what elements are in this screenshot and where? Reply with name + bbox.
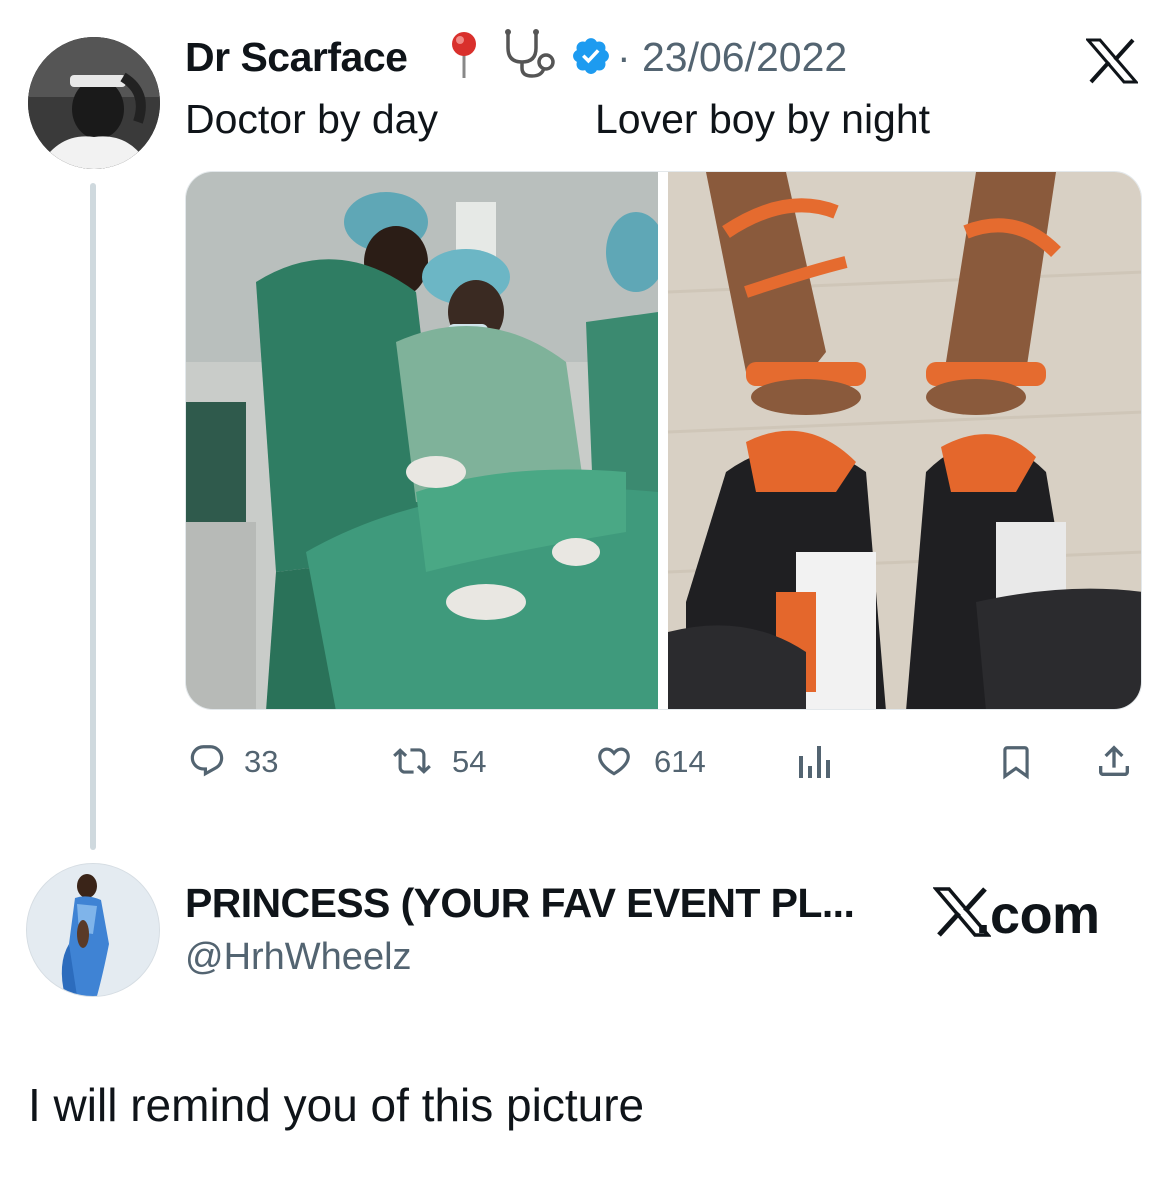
x-logo-icon	[1084, 38, 1140, 84]
views-chart-icon[interactable]	[795, 742, 837, 780]
x-brand-text: X.com	[975, 885, 1101, 945]
round-pushpin-icon	[444, 30, 484, 80]
reply-author-name[interactable]: PRINCESS (YOUR FAV EVENT PL...	[185, 880, 855, 927]
reply-icon[interactable]	[188, 742, 226, 780]
reply-text: I will remind you of this picture	[28, 1079, 645, 1131]
tweet-date[interactable]: 23/06/2022	[642, 34, 847, 81]
reply-author-handle[interactable]: @HrhWheelz	[185, 936, 412, 979]
share-icon[interactable]	[1094, 740, 1134, 782]
retweet-icon[interactable]	[392, 742, 432, 780]
author-name[interactable]: Dr Scarface	[185, 34, 408, 81]
x-brand-domain: X.com	[976, 884, 1120, 946]
bookmark-icon[interactable]	[997, 742, 1035, 782]
like-heart-icon[interactable]	[594, 742, 634, 780]
tweet-media[interactable]	[185, 171, 1142, 710]
retweet-count: 54	[452, 744, 487, 779]
tweet-text-left: Doctor by day	[185, 96, 438, 142]
reply-author-avatar[interactable]	[26, 863, 160, 997]
tweet-text-right: Lover boy by night	[595, 96, 931, 142]
surgeons-operating-photo	[186, 172, 666, 709]
heels-and-sneakers-photo	[667, 172, 1141, 709]
stethoscope-icon	[500, 28, 560, 80]
reply-count: 33	[244, 744, 279, 779]
like-count: 614	[654, 744, 706, 779]
thread-line	[90, 183, 96, 850]
verified-badge-icon[interactable]	[570, 35, 612, 77]
separator-dot: ·	[617, 34, 631, 80]
author-avatar[interactable]	[28, 37, 160, 169]
